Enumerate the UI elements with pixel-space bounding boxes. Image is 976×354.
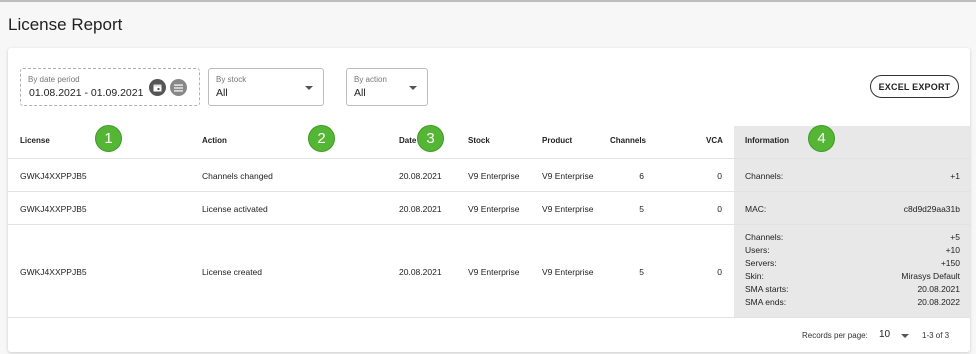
info-line: MAC: c8d9d29aa31b [745,204,960,215]
info-line: Channels: +5 [745,232,960,243]
info-key: SMA ends: [745,297,787,307]
action-select-label: By action [354,75,387,84]
column-header-vca[interactable]: VCA [706,136,723,145]
info-value: +1 [950,171,960,181]
stock-cell: V9 Enterprise [468,267,520,277]
stock-cell: V9 Enterprise [468,204,520,214]
table-row[interactable]: GWKJ4XXPPJB5 License activated 20.08.202… [8,192,970,225]
info-key: Users: [745,245,770,255]
info-line: Servers: +150 [745,258,960,269]
product-cell: V9 Enterprise [542,171,594,181]
info-key: SMA starts: [745,284,789,294]
table-row[interactable]: GWKJ4XXPPJB5 Channels changed 20.08.2021… [8,159,970,192]
info-value: c8d9d29aa31b [903,204,960,214]
annotation-marker: 4 [808,125,835,152]
column-header-product[interactable]: Product [542,136,572,145]
date-period-value: 01.08.2021 - 01.09.2021 [29,87,144,99]
column-header-stock[interactable]: Stock [468,136,490,145]
product-cell: V9 Enterprise [542,267,594,277]
channels-cell: 5 [639,267,644,277]
table-row[interactable]: GWKJ4XXPPJB5 License created 20.08.2021 … [8,225,970,318]
channels-cell: 6 [639,171,644,181]
records-per-page-label: Records per page: [802,331,868,340]
info-value: 20.08.2022 [917,297,960,307]
license-cell: GWKJ4XXPPJB5 [20,204,87,214]
list-icon[interactable] [170,79,187,96]
column-header-channels[interactable]: Channels [610,136,646,145]
chevron-down-icon [409,86,417,90]
info-line: Skin: Mirasys Default [745,271,960,282]
info-key: Servers: [745,258,777,268]
annotation-marker: 1 [95,125,122,152]
date-cell: 20.08.2021 [399,171,442,181]
excel-export-button[interactable]: EXCEL EXPORT [870,75,959,98]
action-cell: License activated [202,204,268,214]
pagination-range: 1-3 of 3 [922,331,950,340]
vca-cell: 0 [717,267,722,277]
stock-cell: V9 Enterprise [468,171,520,181]
info-key: Channels: [745,232,784,242]
action-cell: License created [202,267,263,277]
date-period-label: By date period [28,75,80,84]
column-header-information[interactable]: Information [745,136,789,145]
action-select[interactable]: By action All [346,68,428,106]
channels-cell: 5 [639,204,644,214]
info-line: SMA starts: 20.08.2021 [745,284,960,295]
records-per-page-select[interactable]: 10 [879,329,890,340]
info-key: MAC: [745,204,767,214]
license-report-card: By date period 01.08.2021 - 01.09.2021 B… [8,48,970,352]
calendar-icon[interactable] [149,79,166,96]
info-line: Channels: +1 [745,171,960,182]
info-value: +10 [945,245,960,255]
annotation-marker: 3 [417,125,444,152]
stock-select-label: By stock [216,75,247,84]
info-value: +5 [950,232,960,242]
info-line: Users: +10 [745,245,960,256]
column-header-license[interactable]: License [20,136,50,145]
page-title: License Report [8,15,123,34]
date-cell: 20.08.2021 [399,204,442,214]
info-value: +150 [940,258,960,268]
column-header-date[interactable]: Date [399,136,416,145]
license-cell: GWKJ4XXPPJB5 [20,171,87,181]
stock-select[interactable]: By stock All [208,68,324,106]
info-key: Channels: [745,171,784,181]
date-period-filter[interactable]: By date period 01.08.2021 - 01.09.2021 [20,68,200,106]
vca-cell: 0 [717,204,722,214]
chevron-down-icon[interactable] [901,334,909,338]
column-header-action[interactable]: Action [202,136,227,145]
vca-cell: 0 [717,171,722,181]
date-cell: 20.08.2021 [399,267,442,277]
info-value: 20.08.2021 [917,284,960,294]
annotation-marker: 2 [308,125,335,152]
chevron-down-icon [305,86,313,90]
pagination-footer: Records per page: 10 1-3 of 3 [8,318,970,352]
license-cell: GWKJ4XXPPJB5 [20,267,87,277]
info-value: Mirasys Default [901,271,960,281]
info-line: SMA ends: 20.08.2022 [745,297,960,308]
stock-select-value: All [216,87,228,99]
info-key: Skin: [745,271,764,281]
action-select-value: All [354,87,366,99]
product-cell: V9 Enterprise [542,204,594,214]
action-cell: Channels changed [202,171,273,181]
